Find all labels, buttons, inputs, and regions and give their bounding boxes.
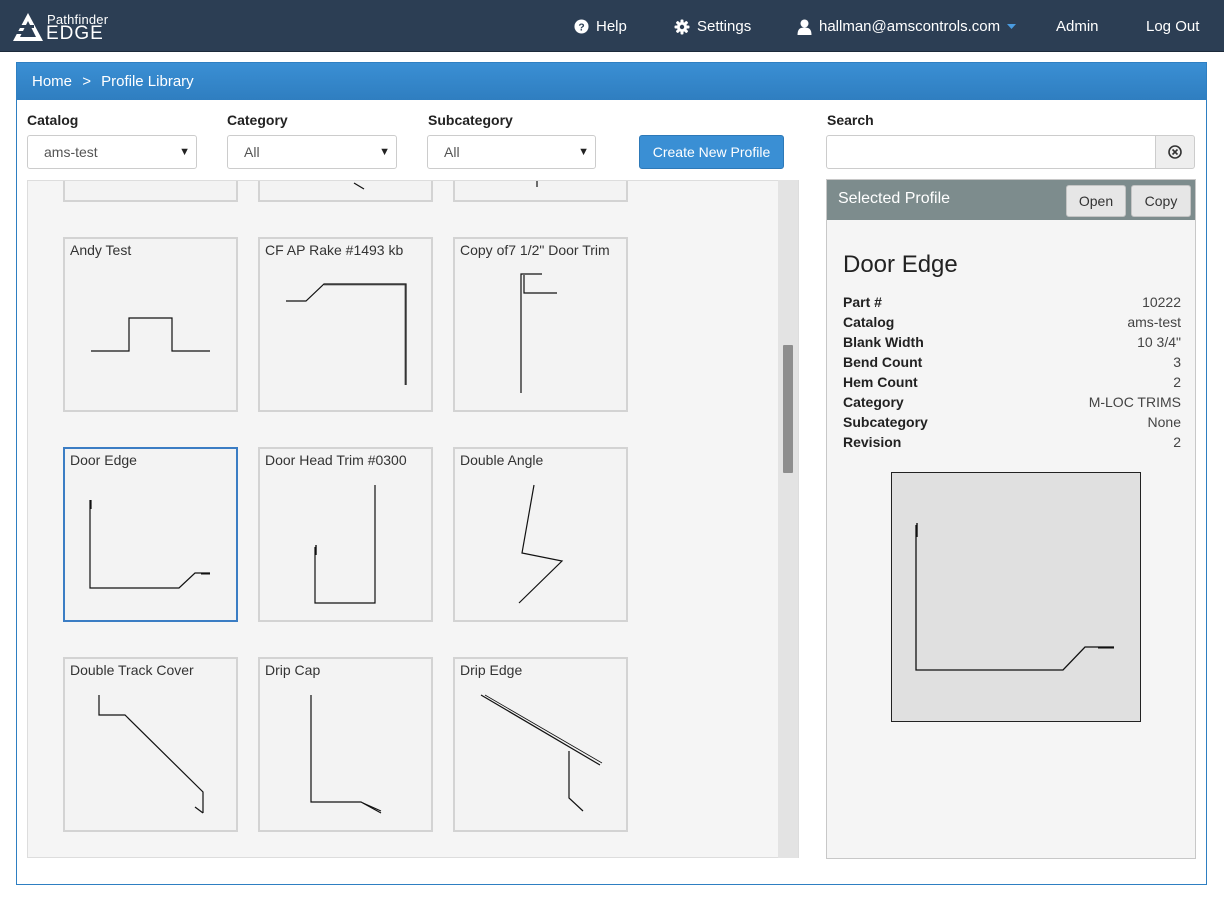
question-circle-icon: ? (574, 19, 589, 34)
prop-key: Hem Count (843, 374, 918, 390)
user-menu[interactable]: hallman@amscontrols.com (797, 18, 1017, 35)
profile-name: Door Edge (843, 251, 958, 278)
profile-card[interactable]: Drip Cap (258, 657, 433, 832)
profile-shape-icon (91, 317, 210, 352)
profile-card[interactable]: Double Angle (453, 447, 628, 622)
help-link[interactable]: ? Help (574, 18, 627, 35)
grid-scrollbar[interactable] (778, 180, 798, 858)
prop-value: 10222 (1142, 294, 1181, 310)
settings-label: Settings (697, 18, 752, 35)
help-label: Help (596, 18, 627, 35)
profile-shape-icon (518, 484, 564, 604)
profile-shape-icon (480, 694, 603, 812)
breadcrumb-separator: > (82, 73, 91, 90)
profile-card[interactable]: Copy of7 1/2" Door Trim (453, 237, 628, 412)
category-label: Category (227, 112, 288, 128)
prop-value: 2 (1173, 434, 1181, 450)
user-email: hallman@amscontrols.com (819, 18, 1001, 35)
prop-value: 2 (1173, 374, 1181, 390)
breadcrumb: Home > Profile Library (17, 63, 1206, 100)
profile-card[interactable]: Drip Edge (453, 657, 628, 832)
prop-key: Catalog (843, 314, 895, 330)
category-select[interactable]: All ▼ (227, 135, 397, 169)
profile-shape-icon (89, 500, 210, 589)
selected-profile-panel: Selected Profile Open Copy Door Edge Par… (826, 179, 1196, 859)
open-button[interactable]: Open (1066, 185, 1126, 217)
prop-value: M-LOC TRIMS (1088, 394, 1181, 410)
profile-card[interactable] (63, 181, 238, 202)
prop-value: 10 3/4" (1137, 334, 1181, 350)
profile-card[interactable]: Double Track Cover (63, 657, 238, 832)
profile-shape-icon (915, 523, 1114, 671)
prop-key: Part # (843, 294, 882, 310)
brand-logo[interactable]: Pathfinder EDGE (12, 12, 122, 44)
profile-shape-icon (310, 695, 382, 814)
create-new-profile-button[interactable]: Create New Profile (639, 135, 784, 169)
admin-label: Admin (1056, 18, 1099, 35)
prop-part-number: Part # 10222 (843, 294, 1181, 314)
prop-value: None (1147, 414, 1181, 430)
copy-button[interactable]: Copy (1131, 185, 1191, 217)
subcategory-label: Subcategory (428, 112, 513, 128)
prop-category: Category M-LOC TRIMS (843, 394, 1181, 414)
prop-revision: Revision 2 (843, 434, 1181, 454)
admin-link[interactable]: Admin (1056, 18, 1099, 35)
select-caret-icon: ▼ (379, 146, 390, 158)
selected-profile-header: Selected Profile Open Copy (827, 180, 1195, 220)
prop-value: ams-test (1127, 314, 1181, 330)
profile-grid[interactable]: Andy Test CF AP Rake #1493 kb Copy of7 1… (27, 180, 799, 858)
search-clear-button[interactable] (1155, 135, 1195, 169)
catalog-label: Catalog (27, 112, 79, 128)
profile-card[interactable]: CF AP Rake #1493 kb (258, 237, 433, 412)
logout-label: Log Out (1146, 18, 1200, 35)
caret-down-icon (1007, 23, 1017, 29)
catalog-select-value: ams-test (44, 144, 98, 160)
prop-bend-count: Bend Count 3 (843, 354, 1181, 374)
search-label: Search (827, 112, 874, 128)
prop-key: Bend Count (843, 354, 923, 370)
catalog-select[interactable]: ams-test ▼ (27, 135, 197, 169)
user-icon (797, 19, 812, 35)
breadcrumb-home[interactable]: Home (32, 73, 72, 90)
profile-card[interactable]: Door Head Trim #0300 (258, 447, 433, 622)
profile-shape-icon (314, 485, 376, 604)
prop-hem-count: Hem Count 2 (843, 374, 1181, 394)
prop-key: Category (843, 394, 904, 410)
prop-value: 3 (1173, 354, 1181, 370)
profile-shape-icon (286, 283, 407, 385)
prop-blank-width: Blank Width 10 3/4" (843, 334, 1181, 354)
prop-catalog: Catalog ams-test (843, 314, 1181, 334)
prop-subcategory: Subcategory None (843, 414, 1181, 434)
profile-card[interactable] (453, 181, 628, 202)
brand-bottom-text: EDGE (46, 23, 104, 44)
clear-circle-icon (1168, 145, 1182, 159)
prop-key: Revision (843, 434, 902, 450)
pathfinder-logo-icon (13, 13, 43, 41)
category-select-value: All (244, 144, 260, 160)
profile-card[interactable] (258, 181, 433, 202)
breadcrumb-current: Profile Library (101, 73, 194, 90)
profile-card-selected[interactable]: Door Edge (63, 447, 238, 622)
prop-key: Blank Width (843, 334, 924, 350)
profile-shape-icon (98, 695, 204, 814)
profile-shape-icon (536, 181, 538, 187)
subcategory-select[interactable]: All ▼ (427, 135, 596, 169)
gear-icon (674, 19, 690, 34)
profile-card[interactable]: Andy Test (63, 237, 238, 412)
subcategory-select-value: All (444, 144, 460, 160)
select-caret-icon: ▼ (179, 146, 190, 158)
svg-text:?: ? (578, 22, 584, 33)
top-navbar: Pathfinder EDGE ? Help Settings hallman@ (0, 0, 1224, 52)
logout-link[interactable]: Log Out (1146, 18, 1199, 35)
profile-preview (891, 472, 1141, 722)
search-input[interactable] (826, 135, 1156, 169)
grid-scrollbar-thumb[interactable] (783, 345, 793, 473)
prop-key: Subcategory (843, 414, 928, 430)
profile-shape-icon (520, 273, 557, 393)
select-caret-icon: ▼ (578, 146, 589, 158)
settings-link[interactable]: Settings (674, 18, 751, 35)
profile-shape-icon (353, 182, 365, 190)
selected-profile-title: Selected Profile (838, 190, 951, 207)
